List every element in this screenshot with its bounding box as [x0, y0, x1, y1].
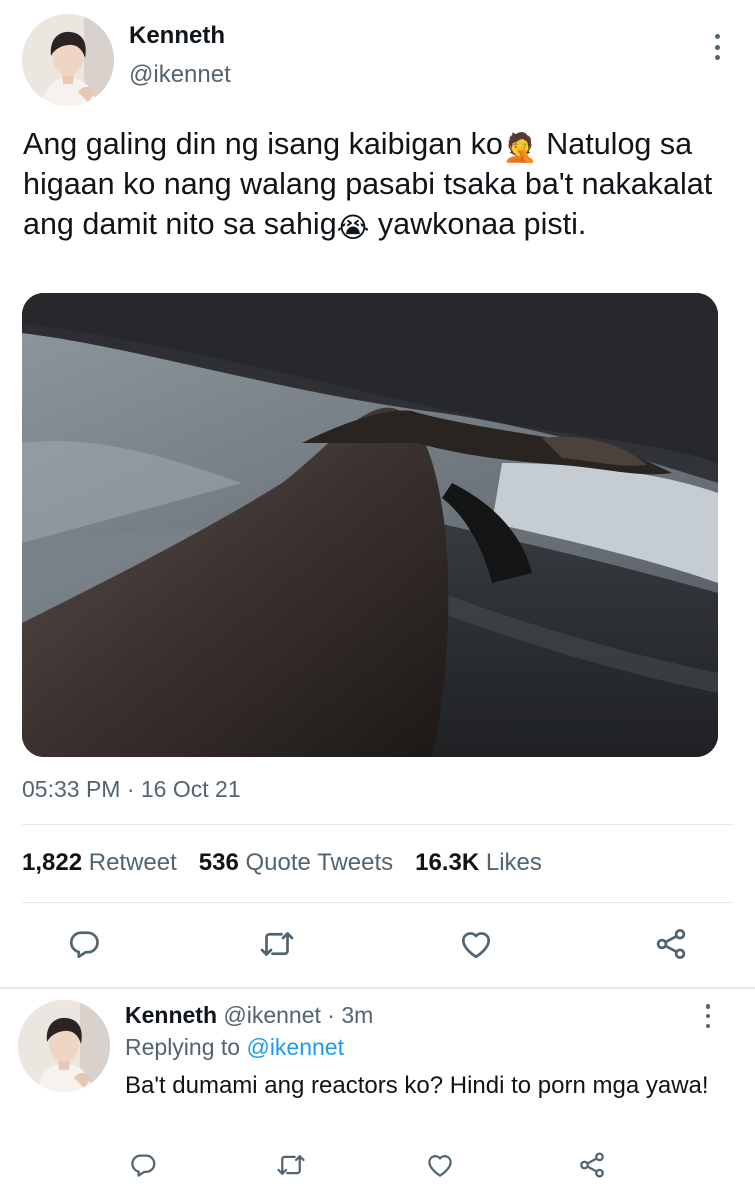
photo-image	[22, 293, 718, 757]
share-icon[interactable]	[577, 1150, 607, 1180]
likes-count: 16.3K	[415, 849, 480, 876]
heart-icon[interactable]	[458, 926, 494, 962]
likes-stat[interactable]: 16.3K Likes	[415, 849, 542, 877]
retweet-icon[interactable]	[276, 1150, 306, 1180]
retweets-stat[interactable]: 1,822 Retweet	[22, 849, 177, 877]
retweet-icon[interactable]	[259, 926, 295, 962]
reply-header: Kenneth @ikennet · 3m	[125, 1002, 373, 1029]
reply-author-handle[interactable]: @ikennet	[223, 1002, 321, 1028]
replying-mention[interactable]: @ikennet	[246, 1034, 344, 1060]
reply-avatar[interactable]	[18, 1000, 110, 1092]
avatar-image	[18, 1000, 110, 1092]
reply-text: Ba't dumami ang reactors ko? Hindi to po…	[125, 1072, 709, 1099]
replying-prefix: Replying to	[125, 1034, 241, 1060]
section-divider	[0, 987, 755, 989]
tweet-photo[interactable]	[22, 293, 718, 757]
tweet-text-part1: Ang galing din ng isang kaibigan ko	[23, 127, 503, 161]
reply-more-options-icon[interactable]	[696, 1004, 720, 1028]
reply-icon[interactable]	[128, 1150, 158, 1180]
quotes-stat[interactable]: 536 Quote Tweets	[199, 849, 393, 877]
tweet-timestamp[interactable]: 05:33 PM · 16 Oct 21	[22, 776, 241, 803]
quotes-count: 536	[198, 849, 239, 876]
facepalm-emoji: 🤦	[502, 132, 538, 163]
replying-to: Replying to @ikennet	[125, 1034, 344, 1061]
reply-icon[interactable]	[66, 926, 102, 962]
retweets-count: 1,822	[22, 849, 83, 876]
tweet-text: Ang galing din ng isang kaibigan ko🤦 Nat…	[23, 124, 735, 244]
tweet-text-part3: yawkonaa pisti.	[369, 207, 587, 241]
share-icon[interactable]	[653, 926, 689, 962]
quotes-label: Quote Tweets	[245, 849, 394, 876]
tweet-stats: 1,822 Retweet 536 Quote Tweets 16.3K Lik…	[22, 849, 564, 877]
avatar-image	[22, 14, 114, 106]
author-avatar[interactable]	[22, 14, 114, 106]
likes-label: Likes	[485, 849, 542, 876]
author-handle[interactable]: @ikennet	[129, 61, 231, 89]
more-options-icon[interactable]	[704, 32, 730, 62]
divider	[22, 902, 734, 903]
author-name[interactable]: Kenneth	[129, 22, 225, 50]
heart-icon[interactable]	[425, 1150, 455, 1180]
reply-author-name[interactable]: Kenneth	[125, 1002, 217, 1028]
divider	[22, 824, 734, 825]
reply-time[interactable]: · 3m	[327, 1002, 373, 1028]
crying-emoji: 😭	[336, 212, 370, 243]
retweets-label: Retweet	[88, 849, 177, 876]
